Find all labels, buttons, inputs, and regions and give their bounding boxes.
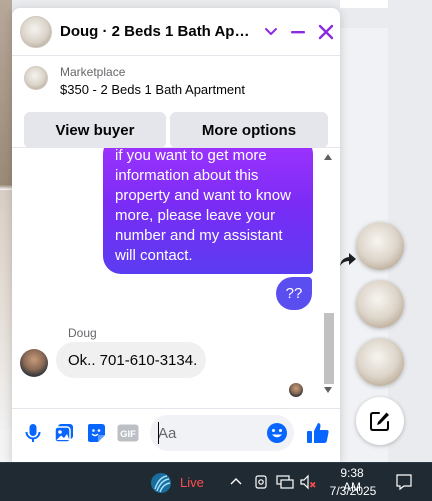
listing-info: Marketplace $350 - 2 Beds 1 Bath Apartme… [12, 56, 340, 148]
background-photo [0, 190, 12, 430]
outgoing-message-short[interactable]: ?? [276, 277, 312, 310]
listing-thumbnail [24, 66, 48, 90]
avatar[interactable] [20, 349, 48, 377]
network-icon[interactable] [276, 474, 294, 490]
chat-head[interactable] [356, 222, 404, 270]
chevron-down-icon[interactable] [264, 25, 278, 39]
live-label[interactable]: Live [180, 475, 204, 490]
chat-head[interactable] [356, 338, 404, 386]
new-message-button[interactable] [356, 397, 404, 445]
notification-icon[interactable] [395, 473, 413, 491]
view-buyer-button[interactable]: View buyer [24, 112, 166, 148]
scroll-up-arrow[interactable] [324, 154, 332, 160]
sender-name: Doug [68, 326, 97, 340]
chat-window: Doug · 2 Beds 1 Bath Apar... Marketplace… [12, 8, 340, 462]
close-icon[interactable] [318, 24, 334, 40]
sticker-icon[interactable] [85, 422, 107, 444]
chat-head[interactable] [356, 280, 404, 328]
more-options-button[interactable]: More options [170, 112, 328, 148]
scroll-thumb[interactable] [324, 313, 334, 384]
share-icon[interactable] [339, 250, 357, 268]
minimize-icon[interactable] [290, 24, 306, 40]
message-list: if you want to get more information abou… [12, 148, 340, 400]
composer: GIF [12, 408, 340, 462]
thumbs-up-icon[interactable] [306, 421, 330, 445]
new-message-icon [370, 412, 389, 431]
listing-title[interactable]: $350 - 2 Beds 1 Bath Apartment [60, 82, 245, 97]
taskbar: Live 9:38 AM 7/3/2025 [0, 462, 432, 501]
text-caret [158, 422, 159, 444]
tray-chevron-icon[interactable] [229, 475, 243, 489]
message-scrollbar[interactable] [322, 151, 336, 396]
meet-now-icon[interactable] [253, 474, 269, 490]
photo-icon[interactable] [53, 422, 75, 444]
clock-date[interactable]: 7/3/2025 [328, 484, 378, 498]
background-card [340, 0, 388, 8]
message-input[interactable] [158, 423, 258, 443]
chat-title[interactable]: Doug · 2 Beds 1 Bath Apar... [60, 23, 256, 40]
emoji-icon[interactable] [266, 422, 288, 444]
incoming-message[interactable]: Ok.. 701-610-3134. [56, 342, 206, 378]
listing-source: Marketplace [60, 65, 126, 79]
scroll-down-arrow[interactable] [324, 387, 332, 393]
volume-muted-icon[interactable] [299, 474, 317, 490]
read-receipt-avatar [289, 383, 303, 397]
outgoing-message-text: if you want to get more information abou… [115, 148, 291, 264]
outgoing-message[interactable]: if you want to get more information abou… [103, 148, 313, 274]
chat-header[interactable]: Doug · 2 Beds 1 Bath Apar... [12, 8, 340, 56]
gif-icon[interactable]: GIF [117, 424, 139, 442]
microphone-icon[interactable] [22, 422, 44, 444]
listing-avatar[interactable] [20, 15, 52, 48]
live-icon[interactable] [150, 472, 172, 494]
message-box[interactable] [150, 415, 294, 451]
gif-label: GIF [120, 429, 136, 440]
